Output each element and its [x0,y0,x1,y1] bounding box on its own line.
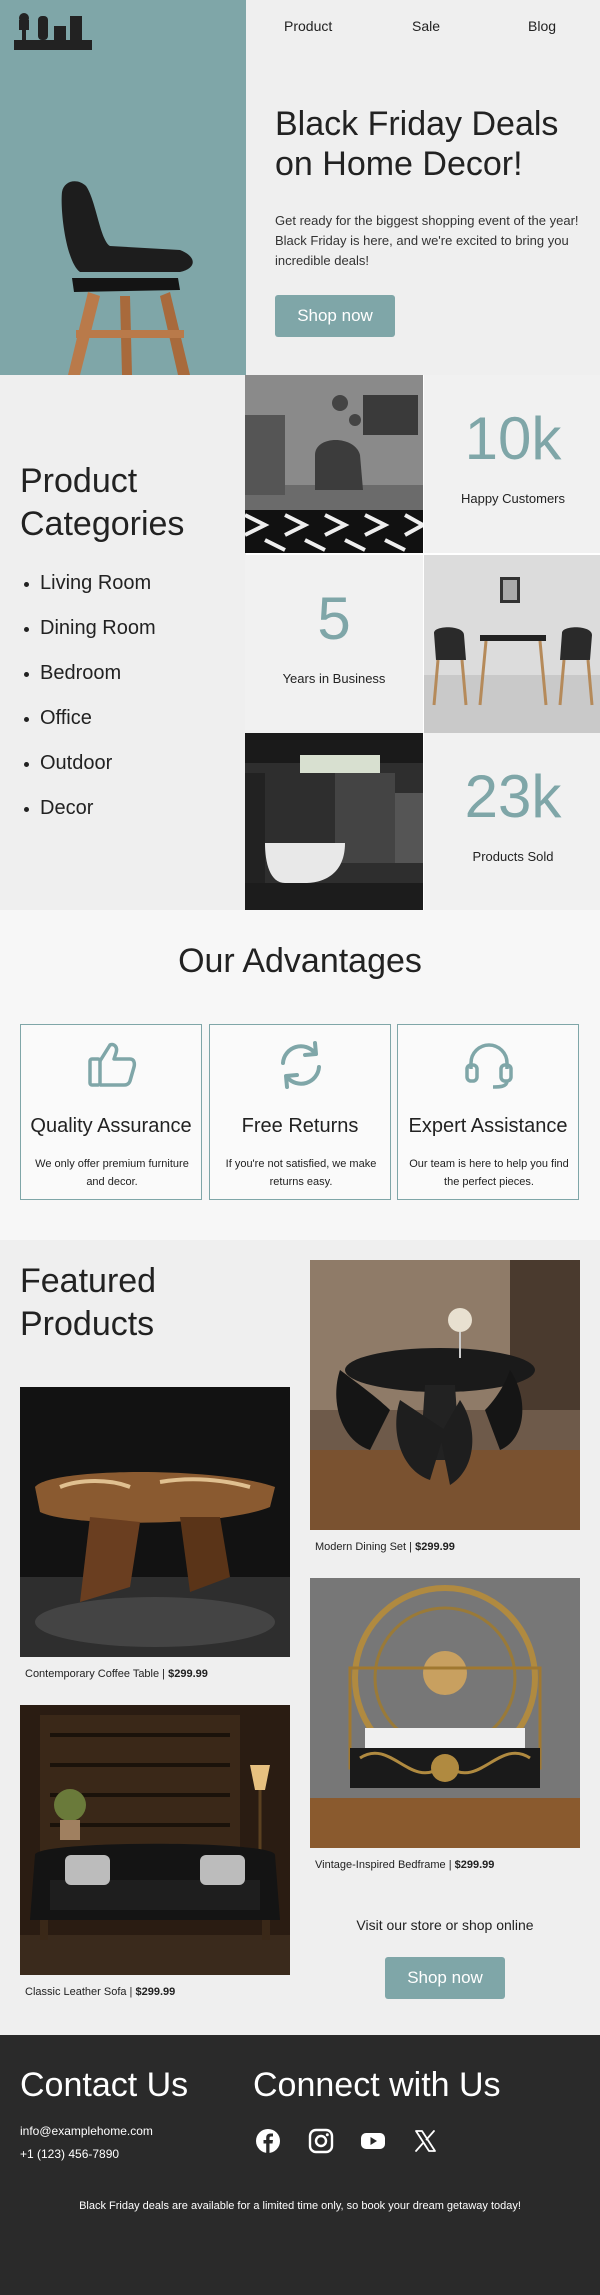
dining-room-photo [424,555,600,733]
x-icon[interactable] [412,2128,438,2154]
stat-label: Years in Business [282,671,386,686]
categories-list: Living Room Dining Room Bedroom Office O… [20,568,240,838]
category-item[interactable]: Living Room [20,568,240,613]
advantage-desc: If you're not satisfied, we make returns… [225,1158,377,1188]
thumbs-up-icon [88,1042,137,1087]
product-image-dining-set[interactable] [310,1260,580,1530]
product-caption: Vintage-Inspired Bedframe | $299.99 [315,1859,495,1871]
product-price: $299.99 [135,1986,176,1998]
hero-shop-button[interactable]: Shop now [275,295,395,337]
product-name: Vintage-Inspired Bedframe [315,1859,446,1871]
headset-icon [465,1043,513,1089]
advantage-name: Expert Assistance [408,1115,568,1137]
product-name: Modern Dining Set [315,1541,407,1553]
stat-value: 5 [317,585,351,652]
top-nav: Product Sale Blog [246,18,600,38]
contact-phone[interactable]: +1 (123) 456-7890 [20,2147,119,2161]
visit-store-text: Visit our store or shop online [356,1917,534,1933]
product-image-bedframe[interactable] [310,1578,580,1848]
email-page: Product Sale Blog Black Friday Deals on … [0,0,600,2295]
category-item[interactable]: Bedroom [20,658,240,703]
category-item[interactable]: Outdoor [20,748,240,793]
connect-title: Connect with Us [253,2066,501,2104]
category-item[interactable]: Decor [20,793,240,838]
stat-value: 23k [464,763,562,830]
advantage-card: Free Returns If you're not satisfied, we… [209,1024,391,1200]
instagram-icon[interactable] [308,2128,334,2154]
product-caption: Classic Leather Sofa | $299.99 [25,1986,176,1998]
advantage-name: Free Returns [241,1115,359,1137]
product-price: $299.99 [454,1859,495,1871]
stat-card: 10k Happy Customers [424,375,600,553]
advantage-card: Quality Assurance We only offer premium … [20,1024,202,1200]
facebook-icon[interactable] [255,2128,281,2154]
category-item[interactable]: Dining Room [20,613,240,658]
featured-shop-button[interactable]: Shop now [385,1957,505,1999]
bathroom-photo [245,733,423,911]
category-item[interactable]: Office [20,703,240,748]
advantages-title: Our Advantages [178,942,422,980]
product-price: $299.99 [168,1668,208,1680]
youtube-icon[interactable] [360,2128,386,2154]
product-image-coffee-table[interactable] [20,1387,290,1657]
advantage-card: Expert Assistance Our team is here to he… [397,1024,579,1200]
product-name: Classic Leather Sofa [25,1986,127,1998]
refresh-icon [281,1041,321,1089]
product-name: Contemporary Coffee Table [25,1668,160,1680]
hero-title: Black Friday Deals on Home Decor! [275,105,559,183]
stat-value: 10k [464,405,562,472]
chair-illustration [61,181,193,375]
nav-blog[interactable]: Blog [528,18,556,34]
hero-image [0,0,246,375]
product-caption: Modern Dining Set | $299.99 [315,1541,455,1553]
product-caption: Contemporary Coffee Table | $299.99 [25,1668,208,1680]
living-room-photo [245,375,423,553]
featured-title: Featured Products [20,1262,157,1343]
stat-card: 5 Years in Business [245,555,423,733]
advantage-name: Quality Assurance [30,1115,192,1137]
categories-title: Product Categories [20,462,185,543]
footer-note: Black Friday deals are available for a l… [79,2200,521,2212]
nav-product[interactable]: Product [284,18,332,34]
advantage-desc: Our team is here to help you find the pe… [409,1158,569,1188]
stat-label: Products Sold [472,849,554,864]
advantage-desc: We only offer premium furniture and deco… [35,1158,189,1188]
stat-label: Happy Customers [460,491,566,506]
contact-email[interactable]: info@examplehome.com [20,2124,153,2138]
product-price: $299.99 [415,1541,455,1553]
stat-card: 23k Products Sold [424,733,600,911]
product-image-leather-sofa[interactable] [20,1705,290,1975]
nav-sale[interactable]: Sale [412,18,440,34]
hero-section: Product Sale Blog Black Friday Deals on … [0,0,600,375]
hero-text: Get ready for the biggest shopping event… [275,213,579,268]
contact-title: Contact Us [20,2066,189,2104]
